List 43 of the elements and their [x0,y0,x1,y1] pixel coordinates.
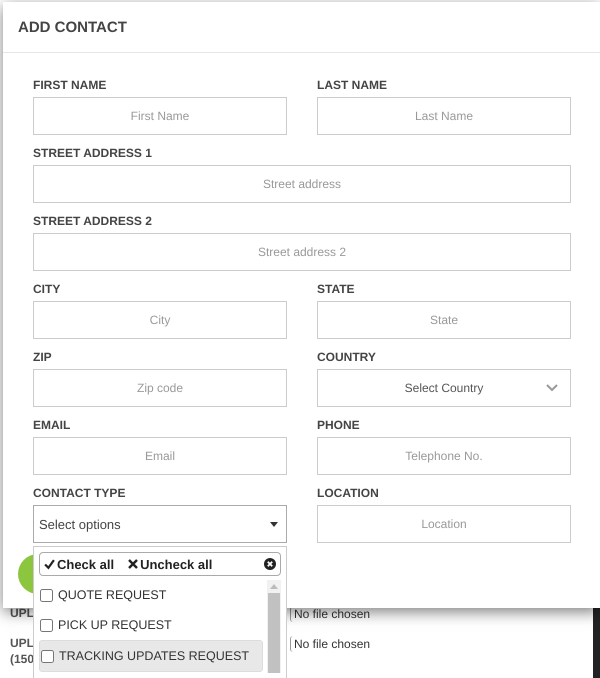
checkbox[interactable] [40,588,53,602]
upload-label: UPL [10,636,34,650]
multiselect-field[interactable]: Select options [33,505,287,543]
field-label: LOCATION [317,486,380,500]
dialog-title: ADD CONTACT [18,18,127,36]
field-label: STREET ADDRESS 2 [33,214,153,228]
field-label: CONTACT TYPE [33,486,126,500]
input-field[interactable]: Email [33,437,287,475]
check-icon [44,558,55,570]
checkbox[interactable] [40,618,53,632]
check-all-link[interactable]: Check all [44,556,114,572]
input-field[interactable]: Street address 2 [33,233,571,271]
field-label: STREET ADDRESS 1 [33,146,153,160]
input-field[interactable]: Location [317,505,571,543]
close-icon[interactable] [264,558,276,570]
input-field[interactable]: Street address [33,165,571,203]
caret-icon [270,522,278,526]
input-field[interactable]: Last Name [317,97,571,135]
scrollbar[interactable] [267,580,281,673]
chevron-down-icon [546,384,558,392]
input-field[interactable]: Zip code [33,369,287,407]
option-item[interactable]: QUOTE REQUEST [39,580,263,610]
option-item[interactable]: TRACKING UPDATES REQUEST [39,640,263,672]
field-label: COUNTRY [317,350,377,364]
checkbox[interactable] [41,650,54,662]
input-field[interactable]: City [33,301,287,339]
field-label: STATE [317,282,356,296]
upload-label: UPL [10,606,34,620]
input-field[interactable]: First Name [33,97,287,135]
input-field[interactable]: Telephone No. [317,437,571,475]
select-field[interactable]: Select Country [317,369,571,407]
cross-icon [128,559,138,569]
field-label: PHONE [317,418,361,432]
uncheck-all-link[interactable]: Uncheck all [128,556,212,572]
field-label: ZIP [33,350,53,364]
option-item[interactable]: PICK UP REQUEST [39,610,263,640]
file-status[interactable]: No file chosen [290,636,374,652]
field-label: EMAIL [33,418,72,432]
input-field[interactable]: State [317,301,571,339]
upload-note: (150 [10,652,34,666]
field-label: FIRST NAME [33,78,108,92]
field-label: CITY [33,282,62,296]
field-label: LAST NAME [317,78,388,92]
